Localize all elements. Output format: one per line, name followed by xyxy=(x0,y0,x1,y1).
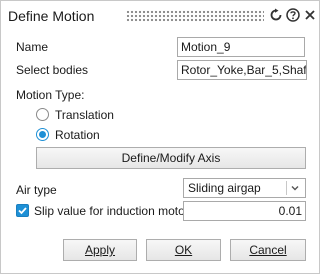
select-bodies-input[interactable]: Rotor_Yoke,Bar_5,Shaft xyxy=(177,60,307,80)
translation-label[interactable]: Translation xyxy=(55,108,114,122)
rotation-radio[interactable] xyxy=(36,128,49,141)
air-type-select[interactable]: Sliding airgap xyxy=(183,178,306,198)
select-divider xyxy=(286,181,287,195)
cancel-button[interactable]: Cancel xyxy=(230,239,306,261)
cancel-button-label: Cancel xyxy=(249,243,287,257)
apply-button-label: Apply xyxy=(84,243,116,257)
dialog-title: Define Motion xyxy=(8,8,95,24)
air-type-value: Sliding airgap xyxy=(188,181,261,195)
help-icon[interactable] xyxy=(286,8,300,22)
apply-button[interactable]: Apply xyxy=(63,239,137,261)
refresh-icon[interactable] xyxy=(269,8,283,22)
drag-grip[interactable] xyxy=(126,10,264,22)
checkmark-icon xyxy=(18,207,27,215)
name-input[interactable]: Motion_9 xyxy=(177,37,305,57)
slip-checkbox-label[interactable]: Slip value for induction motor xyxy=(34,204,189,218)
ok-button[interactable]: OK xyxy=(146,239,221,261)
define-modify-axis-button[interactable]: Define/Modify Axis xyxy=(36,147,306,169)
select-bodies-label: Select bodies xyxy=(16,63,89,77)
name-label: Name xyxy=(16,40,49,54)
close-icon[interactable] xyxy=(303,8,317,22)
slip-checkbox[interactable] xyxy=(16,204,29,217)
ok-button-label: OK xyxy=(174,243,193,257)
chevron-down-icon[interactable] xyxy=(289,181,301,195)
title-bar[interactable]: Define Motion xyxy=(1,1,319,31)
rotation-label[interactable]: Rotation xyxy=(55,128,100,142)
define-motion-dialog: Define Motion Name Motion_9 Select bodie… xyxy=(0,0,320,274)
slip-value-input[interactable]: 0.01 xyxy=(183,201,306,221)
motion-type-label: Motion Type: xyxy=(16,88,85,102)
translation-radio[interactable] xyxy=(36,108,49,121)
air-type-label: Air type xyxy=(16,183,57,197)
